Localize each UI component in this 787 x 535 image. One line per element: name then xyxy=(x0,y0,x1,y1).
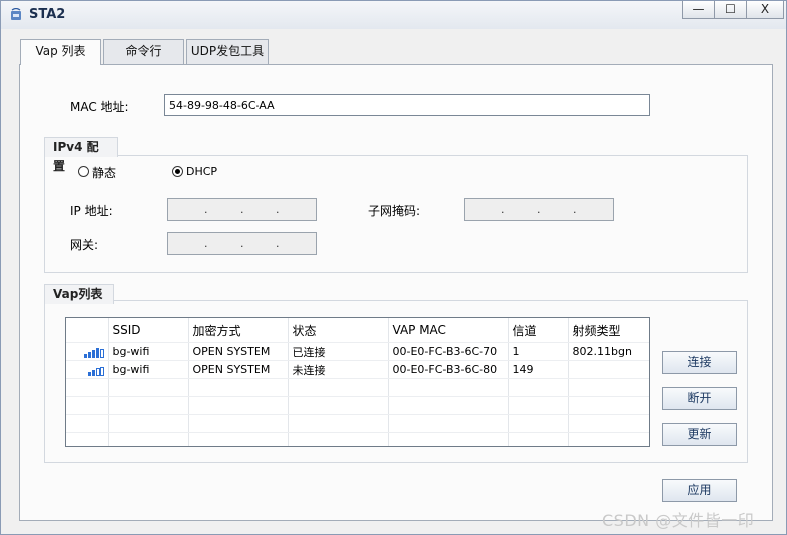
cell-channel: 1 xyxy=(508,342,569,361)
cell-ssid: bg-wifi xyxy=(108,342,189,361)
cell-status: 未连接 xyxy=(288,360,389,379)
vap-group-title: Vap列表 xyxy=(44,284,114,304)
apply-button[interactable]: 应用 xyxy=(662,479,737,502)
vap-table: SSID 加密方式 状态 VAP MAC 信道 射频类型 bg-wifi OPE… xyxy=(65,317,650,447)
close-button[interactable]: X xyxy=(746,1,784,19)
cell-channel: 149 xyxy=(508,360,569,379)
ip-address-field[interactable]: . . . xyxy=(167,198,317,221)
sta2-window: STA2 — ☐ X Vap 列表 命令行 UDP发包工具 MAC 地址: IP… xyxy=(0,0,787,535)
cell-ssid: bg-wifi xyxy=(108,360,189,379)
connect-button[interactable]: 连接 xyxy=(662,351,737,374)
signal-strength-icon xyxy=(87,363,104,376)
sta-device-icon xyxy=(11,8,21,20)
mac-label: MAC 地址: xyxy=(70,100,129,114)
cell-vap-mac: 00-E0-FC-B3-6C-80 xyxy=(388,360,509,379)
tab-vap-list[interactable]: Vap 列表 xyxy=(20,39,101,65)
empty-row xyxy=(66,432,649,446)
tab-command-line[interactable]: 命令行 xyxy=(103,39,184,64)
minimize-button[interactable]: — xyxy=(682,1,715,19)
table-header-row: SSID 加密方式 状态 VAP MAC 信道 射频类型 xyxy=(66,318,649,343)
gateway-label: 网关: xyxy=(70,238,99,252)
column-header-radio-type: 射频类型 xyxy=(568,318,649,343)
column-header-encryption: 加密方式 xyxy=(188,318,289,343)
cell-encryption: OPEN SYSTEM xyxy=(188,360,289,379)
column-header-signal xyxy=(66,318,109,343)
window-title: STA2 xyxy=(29,7,66,22)
subnet-mask-field[interactable]: . . . xyxy=(464,198,614,221)
cell-radio-type xyxy=(568,360,649,379)
cell-encryption: OPEN SYSTEM xyxy=(188,342,289,361)
table-row[interactable]: bg-wifi OPEN SYSTEM 未连接 00-E0-FC-B3-6C-8… xyxy=(66,360,649,379)
cell-radio-type: 802.11bgn xyxy=(568,342,649,361)
empty-row xyxy=(66,378,649,397)
empty-row xyxy=(66,396,649,415)
signal-strength-icon xyxy=(83,345,104,358)
title-bar: STA2 — ☐ X xyxy=(1,1,786,29)
maximize-button[interactable]: ☐ xyxy=(714,1,747,19)
column-header-vap-mac: VAP MAC xyxy=(388,318,509,343)
column-header-ssid: SSID xyxy=(108,318,189,343)
static-radio-label: 静态 xyxy=(92,166,117,180)
empty-row xyxy=(66,414,649,433)
column-header-status: 状态 xyxy=(288,318,389,343)
dhcp-radio[interactable] xyxy=(172,166,183,177)
static-radio[interactable] xyxy=(78,166,89,177)
disconnect-button[interactable]: 断开 xyxy=(662,387,737,410)
tab-udp-tool[interactable]: UDP发包工具 xyxy=(186,39,269,64)
gateway-field[interactable]: . . . xyxy=(167,232,317,255)
mac-address-field[interactable] xyxy=(164,94,650,116)
cell-vap-mac: 00-E0-FC-B3-6C-70 xyxy=(388,342,509,361)
table-row[interactable]: bg-wifi OPEN SYSTEM 已连接 00-E0-FC-B3-6C-7… xyxy=(66,342,649,361)
cell-status: 已连接 xyxy=(288,342,389,361)
ipv4-group-title: IPv4 配置 xyxy=(44,137,118,173)
column-header-channel: 信道 xyxy=(508,318,569,343)
dhcp-radio-label: DHCP xyxy=(186,165,218,178)
ip-address-label: IP 地址: xyxy=(70,204,113,218)
refresh-button[interactable]: 更新 xyxy=(662,423,737,446)
watermark: CSDN @文件皆一印 xyxy=(602,511,755,530)
subnet-mask-label: 子网掩码: xyxy=(368,204,421,218)
